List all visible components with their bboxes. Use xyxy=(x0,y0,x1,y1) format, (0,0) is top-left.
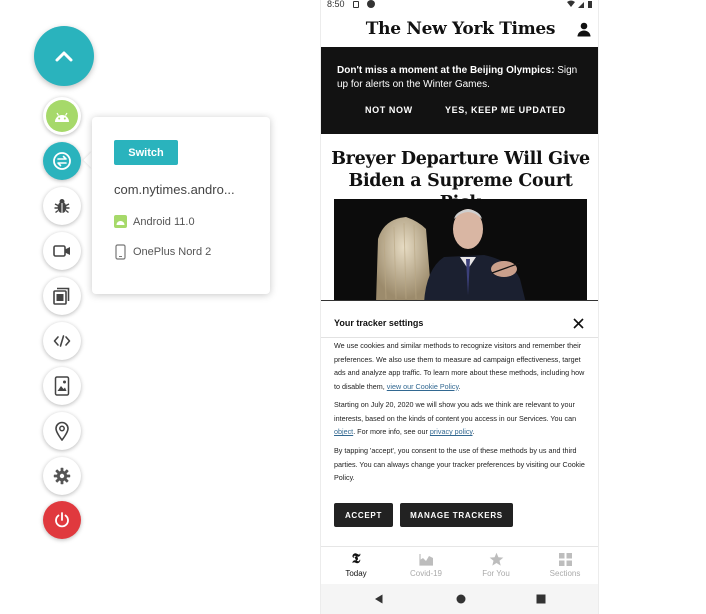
home-icon[interactable] xyxy=(456,594,466,604)
object-link[interactable]: object xyxy=(334,427,353,436)
not-now-button[interactable]: NOT NOW xyxy=(365,105,413,115)
tracker-settings-sheet: Your tracker settings We use cookies and… xyxy=(321,300,598,546)
nyt-t-icon: 𝕿 xyxy=(351,551,361,567)
accept-button[interactable]: ACCEPT xyxy=(334,503,393,527)
sheet-divider xyxy=(321,337,598,338)
olympics-alert-banner: Don't miss a moment at the Beijing Olymp… xyxy=(321,47,598,134)
chart-icon xyxy=(418,553,433,566)
location-button[interactable] xyxy=(43,412,81,450)
nyt-notification-icon xyxy=(367,0,375,8)
article-hero-image[interactable] xyxy=(334,199,587,303)
tab-for-you[interactable]: For You xyxy=(461,551,531,578)
tracker-settings-title: Your tracker settings xyxy=(334,318,424,328)
close-button[interactable] xyxy=(570,315,586,331)
bug-icon xyxy=(54,199,70,214)
switch-button[interactable]: Switch xyxy=(114,140,178,165)
recents-icon[interactable] xyxy=(536,594,546,604)
screenshots-button[interactable] xyxy=(43,277,81,315)
record-video-button[interactable] xyxy=(43,232,81,270)
screenshots-icon xyxy=(53,287,70,305)
inject-image-button[interactable] xyxy=(43,367,81,405)
tab-label: Covid-19 xyxy=(409,569,442,578)
close-icon xyxy=(572,317,584,329)
gear-icon xyxy=(53,467,71,485)
status-bar: 8:50 xyxy=(321,0,598,10)
chevron-up-icon xyxy=(55,51,73,62)
tab-sections[interactable]: Sections xyxy=(530,551,598,578)
package-name: com.nytimes.andro... xyxy=(114,182,235,197)
tracker-paragraph-3: By tapping 'accept', you consent to the … xyxy=(334,446,585,482)
bug-report-button[interactable] xyxy=(43,187,81,225)
privacy-policy-link[interactable]: privacy policy xyxy=(430,427,473,436)
tracker-paragraph-2: Starting on July 20, 2020 we will show y… xyxy=(334,400,577,436)
code-icon xyxy=(53,335,71,347)
device-row: OnePlus Nord 2 xyxy=(114,244,211,260)
status-time: 8:50 xyxy=(327,0,345,9)
android-version-button[interactable] xyxy=(43,97,81,135)
device-screen[interactable]: 8:50 The New York Times Don't miss a mom… xyxy=(320,0,599,614)
keep-updated-button[interactable]: YES, KEEP ME UPDATED xyxy=(445,105,566,115)
banner-text: Don't miss a moment at the Beijing Olymp… xyxy=(337,65,578,90)
tracker-paragraph-1: We use cookies and similar methods to re… xyxy=(334,341,585,391)
power-icon xyxy=(55,512,69,528)
notification-icon xyxy=(353,1,359,8)
bottom-navigation: 𝕿 Today Covid-19 For You Sections xyxy=(321,546,598,584)
tab-today[interactable]: 𝕿 Today xyxy=(321,551,391,578)
masthead-logo[interactable]: The New York Times xyxy=(321,19,598,39)
switch-app-icon xyxy=(53,152,71,170)
star-icon xyxy=(489,552,503,566)
tab-label: Today xyxy=(345,569,367,578)
nyt-header: The New York Times xyxy=(321,10,598,47)
cookie-policy-link[interactable]: view our Cookie Policy xyxy=(387,382,459,391)
collapse-toolbar-button[interactable] xyxy=(34,26,94,86)
os-version-label: Android 11.0 xyxy=(133,215,195,228)
tab-label: Sections xyxy=(549,569,581,578)
grid-icon xyxy=(558,552,572,566)
wifi-battery-icon xyxy=(567,0,592,8)
power-button[interactable] xyxy=(43,501,81,539)
phone-icon xyxy=(115,244,126,260)
tab-label: For You xyxy=(482,569,510,578)
location-pin-icon xyxy=(55,421,69,441)
devtools-button[interactable] xyxy=(43,322,81,360)
system-nav-bar xyxy=(321,584,598,614)
app-switch-popover: Switch com.nytimes.andro... Android 11.0… xyxy=(92,117,270,294)
device-label: OnePlus Nord 2 xyxy=(133,246,212,258)
back-icon[interactable] xyxy=(374,594,384,604)
os-version-row: Android 11.0 xyxy=(114,215,195,228)
tab-covid[interactable]: Covid-19 xyxy=(391,551,461,578)
manage-trackers-button[interactable]: MANAGE TRACKERS xyxy=(400,503,513,527)
settings-button[interactable] xyxy=(43,457,81,495)
switch-app-button[interactable] xyxy=(43,142,81,180)
device-image-icon xyxy=(54,376,70,396)
account-icon[interactable] xyxy=(577,22,591,37)
android-icon xyxy=(55,112,69,122)
android-icon xyxy=(114,215,127,228)
video-camera-icon xyxy=(53,245,70,257)
